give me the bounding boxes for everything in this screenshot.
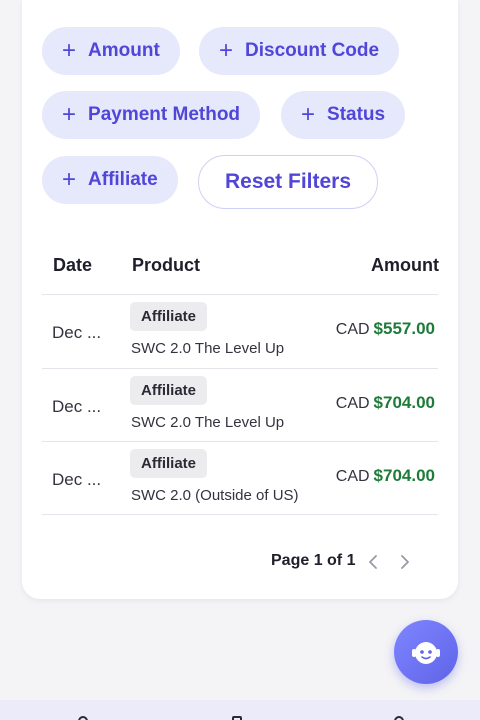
row-amount: CAD $704.00 — [336, 466, 435, 486]
row-amount: CAD $704.00 — [336, 393, 435, 413]
row-date: Dec ... — [52, 323, 102, 342]
plus-icon: + — [62, 166, 77, 193]
pagination-label: Page 1 of 1 — [271, 552, 356, 569]
filter-amount-button[interactable]: + Amount — [42, 27, 180, 75]
row-amount: CAD $557.00 — [336, 319, 435, 339]
row-product: SWC 2.0 The Level Up — [131, 414, 285, 431]
filter-label: Affiliate — [88, 169, 158, 190]
nav-center-icon[interactable] — [232, 716, 242, 720]
row-currency: CAD — [335, 321, 370, 338]
row-product: SWC 2.0 (Outside of US) — [131, 487, 299, 504]
column-header-date[interactable]: Date — [53, 255, 92, 276]
affiliate-badge: Affiliate — [130, 449, 208, 478]
table-row[interactable]: Dec ... Affiliate SWC 2.0 (Outside of US… — [42, 441, 438, 515]
row-date: Dec ... — [52, 470, 102, 489]
nav-profile-icon[interactable] — [394, 716, 404, 720]
row-currency: CAD — [335, 395, 370, 412]
filter-label: Amount — [88, 40, 160, 61]
row-amount-value: $704.00 — [373, 466, 435, 485]
plus-icon: + — [219, 37, 234, 64]
reset-filters-button[interactable]: Reset Filters — [198, 155, 378, 209]
row-product: SWC 2.0 The Level Up — [131, 340, 285, 357]
column-header-product[interactable]: Product — [132, 255, 200, 276]
filter-affiliate-button[interactable]: + Affiliate — [42, 156, 178, 204]
row-amount-value: $704.00 — [373, 393, 435, 412]
row-currency: CAD — [335, 468, 370, 485]
chevron-right-icon[interactable] — [395, 551, 415, 573]
plus-icon: + — [62, 101, 77, 128]
table-row[interactable]: Dec ... Affiliate SWC 2.0 The Level Up C… — [42, 368, 438, 442]
nav-home-icon[interactable] — [78, 716, 88, 720]
row-date: Dec ... — [52, 397, 102, 416]
filter-label: Discount Code — [245, 40, 380, 61]
filter-discount-code-button[interactable]: + Discount Code — [199, 27, 400, 75]
plus-icon: + — [62, 37, 77, 64]
assistant-chat-button[interactable] — [394, 620, 458, 684]
row-amount-value: $557.00 — [373, 319, 435, 338]
column-header-amount[interactable]: Amount — [371, 255, 439, 276]
robot-face-icon — [412, 642, 440, 664]
affiliate-badge: Affiliate — [130, 376, 208, 405]
filter-label: Payment Method — [88, 104, 241, 125]
chevron-left-icon[interactable] — [363, 551, 383, 573]
table-row[interactable]: Dec ... Affiliate SWC 2.0 The Level Up C… — [42, 294, 438, 368]
plus-icon: + — [301, 101, 316, 128]
bottom-navigation — [0, 700, 480, 720]
filter-payment-method-button[interactable]: + Payment Method — [42, 91, 261, 139]
filter-label: Status — [327, 104, 386, 125]
filter-status-button[interactable]: + Status — [281, 91, 406, 139]
affiliate-badge: Affiliate — [130, 302, 208, 331]
